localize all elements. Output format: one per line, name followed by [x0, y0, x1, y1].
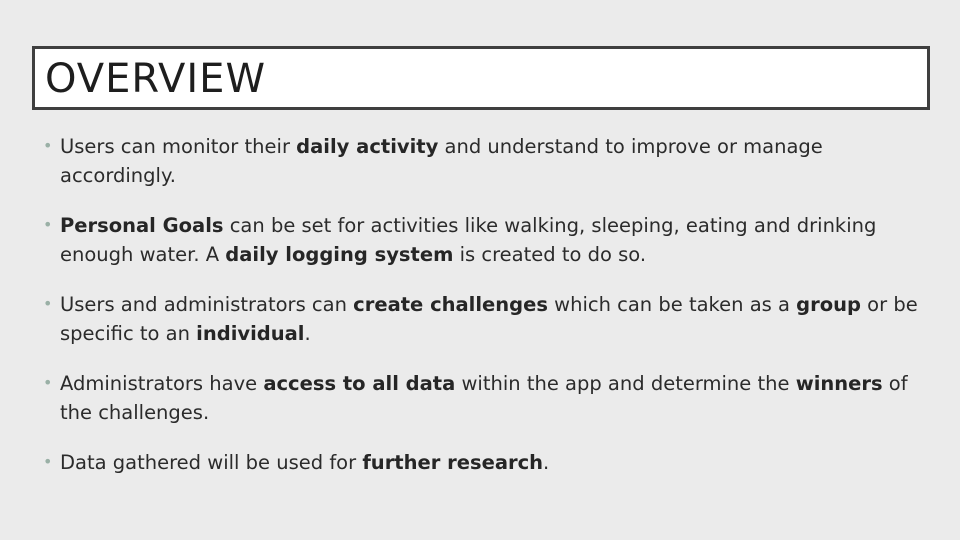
- bullet-dot-icon: •: [43, 373, 53, 392]
- slide-title: OVERVIEW: [45, 56, 267, 102]
- bullet-item: • Data gathered will be used for further…: [43, 448, 923, 477]
- text-run: which can be taken as a: [547, 293, 797, 316]
- text-run: Data gathered will be used for: [60, 451, 363, 474]
- bullet-text: Users and administrators can create chal…: [60, 293, 918, 345]
- bold-text-run: daily logging system: [225, 243, 454, 266]
- bullet-text: Users can monitor their daily activity a…: [60, 135, 823, 187]
- bold-text-run: group: [796, 293, 861, 316]
- bold-text-run: winners: [795, 372, 883, 395]
- text-run: .: [543, 451, 550, 474]
- text-run: is created to do so.: [453, 243, 647, 266]
- text-run: Users can monitor their: [60, 135, 297, 158]
- bullet-dot-icon: •: [43, 452, 53, 471]
- bullet-dot-icon: •: [43, 215, 53, 234]
- text-run: Users and administrators can: [60, 293, 354, 316]
- bullet-list: • Users can monitor their daily activity…: [43, 132, 923, 498]
- text-run: within the app and determine the: [455, 372, 796, 395]
- bold-text-run: daily activity: [296, 135, 439, 158]
- bold-text-run: Personal Goals: [60, 214, 224, 237]
- bold-text-run: individual: [196, 322, 305, 345]
- bullet-item: • Administrators have access to all data…: [43, 369, 923, 427]
- bullet-text: Administrators have access to all data w…: [60, 372, 908, 424]
- bullet-item: • Users and administrators can create ch…: [43, 290, 923, 348]
- bold-text-run: further research: [362, 451, 544, 474]
- bullet-dot-icon: •: [43, 136, 53, 155]
- text-run: .: [304, 322, 311, 345]
- bold-text-run: access to all data: [263, 372, 456, 395]
- bold-text-run: create challenges: [353, 293, 548, 316]
- bullet-item: • Users can monitor their daily activity…: [43, 132, 923, 190]
- text-run: Administrators have: [60, 372, 264, 395]
- slide: OVERVIEW • Users can monitor their daily…: [0, 0, 960, 540]
- bullet-text: Data gathered will be used for further r…: [60, 451, 549, 474]
- bullet-item: • Personal Goals can be set for activiti…: [43, 211, 923, 269]
- bullet-text: Personal Goals can be set for activities…: [60, 214, 876, 266]
- title-box: OVERVIEW: [32, 46, 930, 110]
- bullet-dot-icon: •: [43, 294, 53, 313]
